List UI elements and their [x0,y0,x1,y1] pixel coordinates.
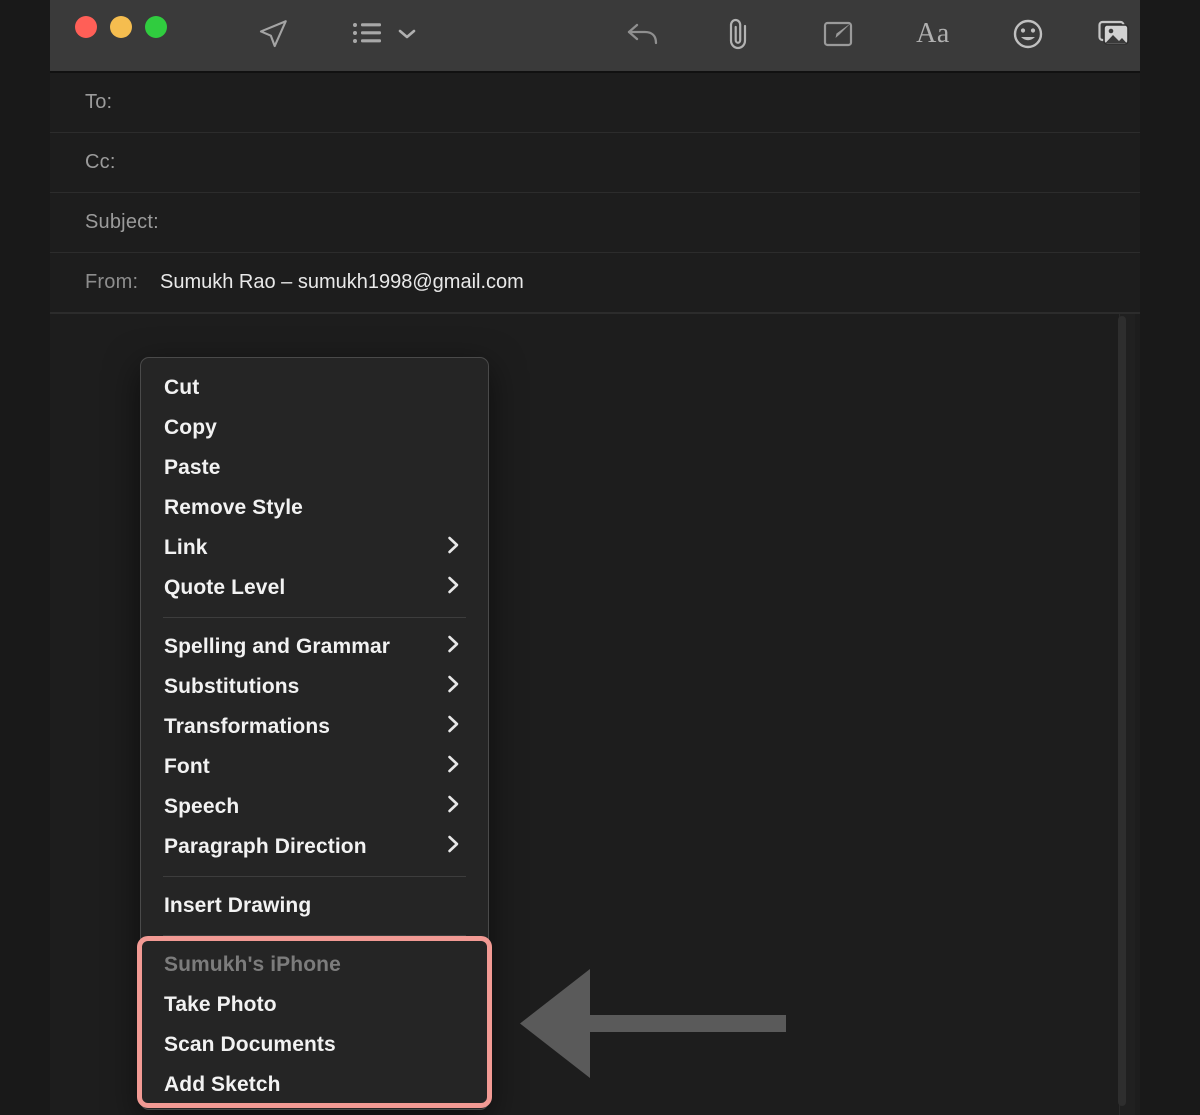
chevron-right-icon [447,835,460,860]
context-menu: Cut Copy Paste Remove Style Link Quote L… [140,357,489,1110]
minimize-button[interactable] [110,16,132,38]
menu-group-edit: Cut Copy Paste Remove Style Link Quote L… [141,368,488,608]
menu-item-insert-drawing[interactable]: Insert Drawing [141,886,488,926]
subject-label: Subject: [85,211,159,233]
screenshot-root: Aa To: Cc: Subject: From: Sumukh Rao – s… [0,0,1200,1115]
format-icon-label: Aa [916,18,950,49]
format-icon[interactable]: Aa [905,8,961,60]
field-row-to[interactable]: To: [50,73,1140,133]
menu-item-label: Copy [164,416,217,439]
close-button[interactable] [75,16,97,38]
chevron-right-icon [447,795,460,820]
header-fields-icon[interactable] [345,8,391,60]
zoom-button[interactable] [145,16,167,38]
menu-item-add-sketch[interactable]: Add Sketch [141,1065,488,1105]
menu-item-copy[interactable]: Copy [141,408,488,448]
menu-item-label: Link [164,536,208,559]
menu-item-label: Speech [164,795,240,818]
menu-item-label: Spelling and Grammar [164,635,391,658]
chevron-right-icon [447,675,460,700]
window-controls [75,16,167,38]
menu-item-quote-level[interactable]: Quote Level [141,568,488,608]
send-icon[interactable] [245,8,301,60]
annotation-arrow-left-icon [518,963,788,1085]
menu-item-label: Substitutions [164,675,300,698]
menu-item-label: Paste [164,456,221,479]
menu-item-paragraph-direction[interactable]: Paragraph Direction [141,827,488,867]
menu-item-remove-style[interactable]: Remove Style [141,488,488,528]
from-label: From: [85,271,139,293]
menu-separator [163,935,466,936]
chevron-right-icon [447,755,460,780]
menu-item-spelling-and-grammar[interactable]: Spelling and Grammar [141,627,488,667]
menu-item-label: Add Sketch [164,1073,281,1096]
menu-item-link[interactable]: Link [141,528,488,568]
menu-item-transformations[interactable]: Transformations [141,707,488,747]
compose-header-fields: To: Cc: Subject: From: Sumukh Rao – sumu… [50,73,1140,313]
menu-item-label: Paragraph Direction [164,835,367,858]
scrollbar-thumb[interactable] [1118,316,1126,1106]
attachment-icon[interactable] [710,8,766,60]
menu-item-label: Quote Level [164,576,286,599]
compose-toolbar: Aa [50,0,1140,73]
menu-item-paste[interactable]: Paste [141,448,488,488]
vertical-scrollbar[interactable] [1118,314,1135,1115]
menu-item-label: Font [164,755,210,778]
menu-group-continuity-camera: Sumukh's iPhone Take Photo Scan Document… [141,945,488,1105]
chevron-right-icon [447,715,460,740]
menu-item-scan-documents[interactable]: Scan Documents [141,1025,488,1065]
menu-item-substitutions[interactable]: Substitutions [141,667,488,707]
from-value[interactable]: Sumukh Rao – sumukh1998@gmail.com [160,271,524,294]
menu-item-font[interactable]: Font [141,747,488,787]
menu-item-label: Remove Style [164,496,303,519]
field-row-subject[interactable]: Subject: [50,193,1140,253]
menu-separator [163,876,466,877]
menu-group-text-tools: Spelling and Grammar Substitutions Trans… [141,627,488,867]
menu-item-cut[interactable]: Cut [141,368,488,408]
chevron-right-icon [447,536,460,561]
chevron-right-icon [447,576,460,601]
chevron-down-icon[interactable] [392,8,422,60]
emoji-icon[interactable] [1000,8,1056,60]
menu-item-label: Scan Documents [164,1033,336,1056]
photo-browser-icon[interactable] [1090,8,1140,60]
menu-item-speech[interactable]: Speech [141,787,488,827]
menu-item-take-photo[interactable]: Take Photo [141,985,488,1025]
field-row-from[interactable]: From: Sumukh Rao – sumukh1998@gmail.com [50,253,1140,313]
menu-item-label: Insert Drawing [164,894,312,917]
markup-icon[interactable] [810,8,866,60]
field-row-cc[interactable]: Cc: [50,133,1140,193]
menu-section-header-iphone: Sumukh's iPhone [141,945,488,985]
menu-item-label: Take Photo [164,993,277,1016]
menu-item-label: Transformations [164,715,331,738]
menu-separator [163,617,466,618]
cc-label: Cc: [85,151,116,173]
chevron-right-icon [447,635,460,660]
menu-item-label: Sumukh's iPhone [164,953,341,976]
menu-group-drawing: Insert Drawing [141,886,488,926]
reply-icon[interactable] [615,8,671,60]
to-label: To: [85,91,113,113]
chevron-down-icon[interactable] [1136,8,1140,60]
menu-item-label: Cut [164,376,200,399]
